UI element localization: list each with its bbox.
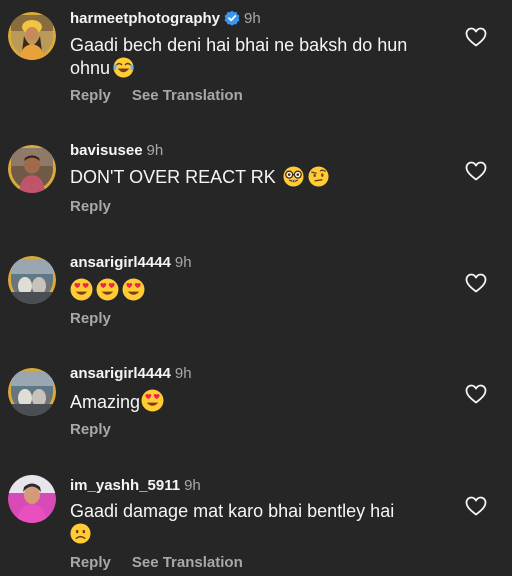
- comment-text-body: Amazing: [70, 392, 141, 412]
- comment-text: DON'T OVER REACT RK: [70, 166, 450, 193]
- reply-button[interactable]: Reply: [70, 198, 111, 215]
- comment-text-line: [70, 523, 450, 550]
- see-translation-button[interactable]: See Translation: [132, 554, 243, 571]
- like-button[interactable]: [465, 384, 487, 404]
- heart-outline-icon: [465, 273, 487, 293]
- timestamp: 9h: [174, 254, 192, 271]
- like-button[interactable]: [465, 273, 487, 293]
- heart-eyes-icon: [141, 389, 164, 418]
- comment-header: ansarigirl4444 9h: [70, 364, 192, 384]
- comment-text-line: Gaadi damage mat karo bhai bentley hai: [70, 501, 395, 521]
- avatar[interactable]: [8, 256, 56, 304]
- avatar[interactable]: [8, 145, 56, 193]
- comment-header: im_yashh_5911 9h: [70, 476, 201, 496]
- avatar[interactable]: [8, 12, 56, 60]
- reply-button[interactable]: Reply: [70, 554, 111, 571]
- comment-text-line: ohnu: [70, 57, 450, 84]
- comment-actions: Reply: [70, 197, 111, 217]
- heart-outline-icon: [465, 384, 487, 404]
- comment-text-line: Gaadi bech deni hai bhai ne baksh do hun: [70, 35, 408, 55]
- comment-text-word: ohnu: [70, 58, 111, 78]
- comment-actions: Reply See Translation: [70, 553, 243, 573]
- comment-text: Amazing: [70, 389, 450, 418]
- comment-text: Gaadi bech deni hai bhai ne baksh do hun…: [70, 34, 450, 84]
- avatar[interactable]: [8, 475, 56, 523]
- username[interactable]: ansarigirl4444: [70, 254, 171, 271]
- see-translation-button[interactable]: See Translation: [132, 87, 243, 104]
- reply-button[interactable]: Reply: [70, 87, 111, 104]
- like-button[interactable]: [465, 496, 487, 516]
- username[interactable]: harmeetphotography: [70, 10, 220, 27]
- username[interactable]: ansarigirl4444: [70, 365, 171, 382]
- like-button[interactable]: [465, 27, 487, 47]
- comment-text-body: DON'T OVER REACT RK: [70, 167, 276, 187]
- heart-eyes-icon: [122, 278, 145, 307]
- comment-actions: Reply: [70, 309, 111, 329]
- timestamp: 9h: [174, 365, 192, 382]
- comment-text: Gaadi damage mat karo bhai bentley hai: [70, 500, 450, 550]
- comment-header: harmeetphotography 9h: [70, 9, 261, 29]
- slightly-frowning-face-icon: [70, 523, 91, 550]
- face-with-raised-eyebrow-icon: [308, 166, 329, 193]
- heart-eyes-icon: [96, 278, 119, 307]
- avatar[interactable]: [8, 368, 56, 416]
- username[interactable]: im_yashh_5911: [70, 477, 180, 494]
- reply-button[interactable]: Reply: [70, 421, 111, 438]
- nerd-face-icon: [283, 166, 304, 193]
- heart-outline-icon: [465, 161, 487, 181]
- timestamp: 9h: [146, 142, 164, 159]
- comment-header: bavisusee 9h: [70, 141, 163, 161]
- reply-button[interactable]: Reply: [70, 310, 111, 327]
- timestamp: 9h: [244, 10, 261, 27]
- face-with-tears-of-joy-icon: [113, 57, 134, 84]
- like-button[interactable]: [465, 161, 487, 181]
- verified-badge-icon: [224, 10, 240, 32]
- comment-text: [70, 278, 450, 307]
- heart-eyes-icon: [70, 278, 93, 307]
- comment-actions: Reply See Translation: [70, 86, 243, 106]
- heart-outline-icon: [465, 27, 487, 47]
- comment-header: ansarigirl4444 9h: [70, 253, 192, 273]
- comment-actions: Reply: [70, 420, 111, 440]
- username[interactable]: bavisusee: [70, 142, 143, 159]
- timestamp: 9h: [184, 477, 201, 494]
- heart-outline-icon: [465, 496, 487, 516]
